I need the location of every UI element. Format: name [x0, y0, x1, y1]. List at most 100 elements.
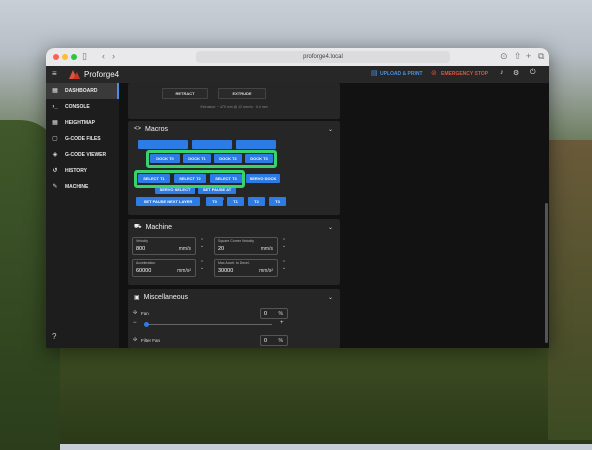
machine-header[interactable]: ⛟ Machine ⌄: [128, 219, 340, 235]
decel-stepper[interactable]: ⌃ ⌄: [282, 261, 286, 271]
fan-label: Fan: [141, 311, 149, 316]
extruder-card: RETRACT EXTRUDE Extrusion: ~ 479 mm @ 12…: [128, 83, 340, 119]
fan-slider-track[interactable]: [144, 324, 272, 325]
velocity-field[interactable]: Velocity 800 mm/s: [132, 237, 196, 255]
sidebar-item-heightmap[interactable]: ▦ HEIGHTMAP: [46, 115, 119, 131]
share-icon[interactable]: ⇧: [514, 51, 522, 62]
sidebar-item-dashboard[interactable]: ▦ DASHBOARD: [46, 83, 119, 99]
velocity-stepper[interactable]: ⌃ ⌄: [200, 239, 204, 249]
decel-label: Max Accel. to Decel.: [218, 261, 250, 265]
menu-icon[interactable]: ≡: [52, 69, 57, 78]
chevron-down-icon[interactable]: ⌄: [328, 224, 333, 231]
app-bar: ≡ Proforge4 ▤ UPLOAD & PRINT ⊘ EMERGENCY…: [46, 66, 549, 83]
max-accel-to-decel-field[interactable]: Max Accel. to Decel. 30000 mm/s²: [214, 259, 278, 277]
sidebar-item-label: HEIGHTMAP: [65, 120, 95, 126]
fan-increase-button[interactable]: +: [280, 320, 284, 326]
acceleration-label: Acceleration: [136, 261, 156, 265]
macros-title: Macros: [145, 125, 168, 133]
new-tab-icon[interactable]: +: [526, 51, 531, 61]
sidebar-toggle-icon[interactable]: ▯: [82, 51, 87, 62]
highlight-dock-buttons: [146, 150, 277, 168]
sidebar-item-label: DASHBOARD: [65, 88, 98, 94]
zoom-window-button[interactable]: [71, 54, 77, 60]
macro-button[interactable]: [138, 140, 188, 149]
emergency-icon: ⊘: [431, 70, 437, 77]
velocity-unit: mm/s: [178, 246, 191, 252]
dashboard-icon: ▦: [52, 87, 58, 94]
minimize-window-button[interactable]: [62, 54, 68, 60]
velocity-label: Velocity: [136, 239, 149, 243]
tabs-overview-icon[interactable]: ⧉: [538, 51, 544, 62]
wrench-icon: ✎: [52, 183, 58, 190]
browser-window: ▯ ‹ › proforge4.local ⊙ ⇧ + ⧉ ≡ Proforge…: [46, 48, 549, 348]
sidebar-item-label: HISTORY: [65, 168, 87, 174]
sidebar-item-label: G-CODE FILES: [65, 136, 101, 142]
misc-card: ▣ Miscellaneous ⌄ ✣ Fan 0 % − + ✣ Filter…: [128, 289, 340, 348]
sidebar-item-gcode-viewer[interactable]: ◈ G-CODE VIEWER: [46, 147, 119, 163]
filter-fan-value-field[interactable]: 0 %: [260, 335, 288, 346]
upload-print-button[interactable]: UPLOAD & PRINT: [380, 71, 423, 77]
velocity-value: 800: [136, 246, 146, 252]
sidebar-item-gcode-files[interactable]: ▢ G-CODE FILES: [46, 131, 119, 147]
dashboard-main: RETRACT EXTRUDE Extrusion: ~ 479 mm @ 12…: [119, 83, 549, 348]
misc-header[interactable]: ▣ Miscellaneous ⌄: [128, 289, 340, 305]
fan-icon: ✣: [133, 310, 138, 316]
notification-icon[interactable]: ♪: [500, 69, 504, 76]
scv-stepper[interactable]: ⌃ ⌄: [282, 239, 286, 249]
code-icon: <>: [134, 126, 142, 132]
tool-t3-button[interactable]: T3: [269, 197, 286, 206]
power-icon[interactable]: ⏻: [530, 69, 536, 77]
background-hill-right: [548, 140, 592, 440]
square-corner-velocity-field[interactable]: Square Corner Velocity 20 mm/s: [214, 237, 278, 255]
macros-card: <> Macros ⌄ DOCK T0 DOCK T1 DOCK T2 DOCK…: [128, 121, 340, 215]
macros-header[interactable]: <> Macros ⌄: [128, 121, 340, 137]
sidebar-item-label: MACHINE: [65, 184, 89, 190]
tool-t2-button[interactable]: T2: [248, 197, 265, 206]
back-icon[interactable]: ‹: [102, 51, 105, 61]
decel-value: 30000: [218, 268, 234, 274]
chevron-down-icon[interactable]: ⌄: [328, 126, 333, 133]
console-icon: ›_: [52, 103, 58, 110]
file-icon: ▢: [52, 135, 58, 142]
scrollbar[interactable]: [545, 203, 548, 343]
servo-dock-button[interactable]: SERVO DOCK: [246, 174, 280, 183]
forward-icon[interactable]: ›: [112, 51, 115, 61]
acceleration-unit: mm/s²: [177, 268, 191, 274]
machine-icon: ⛟: [134, 224, 142, 230]
help-icon[interactable]: ?: [52, 332, 56, 341]
extrude-button[interactable]: EXTRUDE: [218, 88, 266, 99]
fan-slider-thumb[interactable]: [144, 322, 149, 327]
acceleration-stepper[interactable]: ⌃ ⌄: [200, 261, 204, 271]
download-icon[interactable]: ⊙: [500, 51, 508, 62]
close-window-button[interactable]: [53, 54, 59, 60]
acceleration-field[interactable]: Acceleration 60000 mm/s²: [132, 259, 196, 277]
macro-button[interactable]: [236, 140, 276, 149]
sidebar: ▦ DASHBOARD ›_ CONSOLE ▦ HEIGHTMAP ▢ G-CODE …: [46, 83, 119, 348]
filter-fan-unit: %: [278, 338, 283, 344]
tool-t1-button[interactable]: T1: [227, 197, 244, 206]
tool-t0-button[interactable]: T0: [206, 197, 223, 206]
scv-label: Square Corner Velocity: [218, 239, 254, 243]
sidebar-item-history[interactable]: ↺ HISTORY: [46, 163, 119, 179]
fan-decrease-button[interactable]: −: [133, 320, 137, 326]
upload-icon: ▤: [371, 70, 378, 77]
emergency-stop-button[interactable]: EMERGENCY STOP: [441, 71, 488, 77]
fan-value: 0: [264, 311, 268, 317]
set-pause-next-layer-button[interactable]: SET PAUSE NEXT LAYER: [136, 197, 200, 206]
chevron-down-icon[interactable]: ⌄: [328, 294, 333, 301]
fan-unit: %: [278, 311, 283, 317]
filter-fan-label: Filter Fan: [141, 338, 161, 343]
fan-value-field[interactable]: 0 %: [260, 308, 288, 319]
sidebar-item-label: G-CODE VIEWER: [65, 152, 107, 158]
browser-titlebar: ▯ ‹ › proforge4.local ⊙ ⇧ + ⧉: [46, 48, 549, 66]
retract-button[interactable]: RETRACT: [162, 88, 208, 99]
history-icon: ↺: [52, 167, 58, 174]
scv-value: 20: [218, 246, 225, 252]
sidebar-item-console[interactable]: ›_ CONSOLE: [46, 99, 119, 115]
settings-icon[interactable]: ⚙: [513, 69, 519, 77]
filter-fan-value: 0: [264, 338, 268, 344]
heightmap-icon: ▦: [52, 119, 58, 126]
macro-button[interactable]: [192, 140, 232, 149]
address-bar[interactable]: proforge4.local: [196, 51, 450, 63]
sidebar-item-machine[interactable]: ✎ MACHINE: [46, 179, 119, 195]
